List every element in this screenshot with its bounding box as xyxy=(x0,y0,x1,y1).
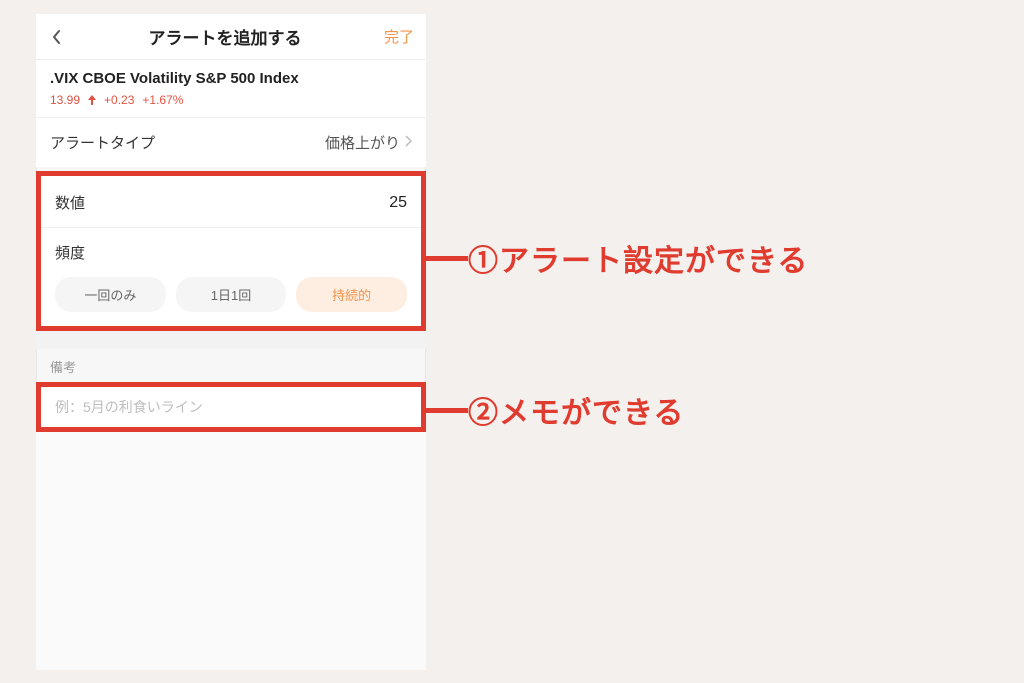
annotation-1: ①アラート設定ができる xyxy=(426,236,808,280)
empty-area xyxy=(36,432,426,670)
frequency-option-daily[interactable]: 1日1回 xyxy=(176,277,287,312)
alert-type-row[interactable]: アラートタイプ 価格上がり xyxy=(36,117,426,167)
alert-settings-box: 数値 25 頻度 一回のみ 1日1回 持続的 xyxy=(36,171,426,331)
section-spacer xyxy=(36,331,426,349)
back-icon[interactable] xyxy=(48,28,66,46)
phone-frame: アラートを追加する 完了 .VIX CBOE Volatility S&P 50… xyxy=(36,14,426,670)
annotation-line-icon xyxy=(426,408,468,413)
done-button[interactable]: 完了 xyxy=(384,26,414,47)
ticker-block: .VIX CBOE Volatility S&P 500 Index 13.99… xyxy=(36,60,426,117)
frequency-section: 頻度 一回のみ 1日1回 持続的 xyxy=(41,228,421,326)
page-title: アラートを追加する xyxy=(66,24,384,49)
arrow-up-icon xyxy=(88,95,96,105)
ticker-name: .VIX CBOE Volatility S&P 500 Index xyxy=(50,70,412,87)
app-header: アラートを追加する 完了 xyxy=(36,14,426,60)
value-amount: 25 xyxy=(389,194,407,212)
ticker-stats: 13.99 +0.23 +1.67% xyxy=(50,93,412,107)
annotation-1-text: ①アラート設定ができる xyxy=(468,236,808,280)
memo-input[interactable] xyxy=(41,387,421,427)
ticker-percent: +1.67% xyxy=(142,93,183,107)
frequency-pills: 一回のみ 1日1回 持続的 xyxy=(55,277,407,312)
chevron-right-icon xyxy=(404,134,412,151)
annotation-line-icon xyxy=(426,256,468,261)
value-label: 数値 xyxy=(55,192,85,213)
alert-type-label: アラートタイプ xyxy=(50,132,155,153)
alert-type-value: 価格上がり xyxy=(325,132,400,153)
ticker-change: +0.23 xyxy=(104,93,134,107)
memo-box xyxy=(36,382,426,432)
frequency-option-persistent[interactable]: 持続的 xyxy=(296,277,407,312)
ticker-price: 13.99 xyxy=(50,93,80,107)
annotation-2: ②メモができる xyxy=(426,388,684,432)
memo-section-label: 備考 xyxy=(36,349,426,382)
value-row[interactable]: 数値 25 xyxy=(41,176,421,228)
frequency-option-once[interactable]: 一回のみ xyxy=(55,277,166,312)
annotation-2-text: ②メモができる xyxy=(468,388,684,432)
frequency-label: 頻度 xyxy=(55,242,407,263)
